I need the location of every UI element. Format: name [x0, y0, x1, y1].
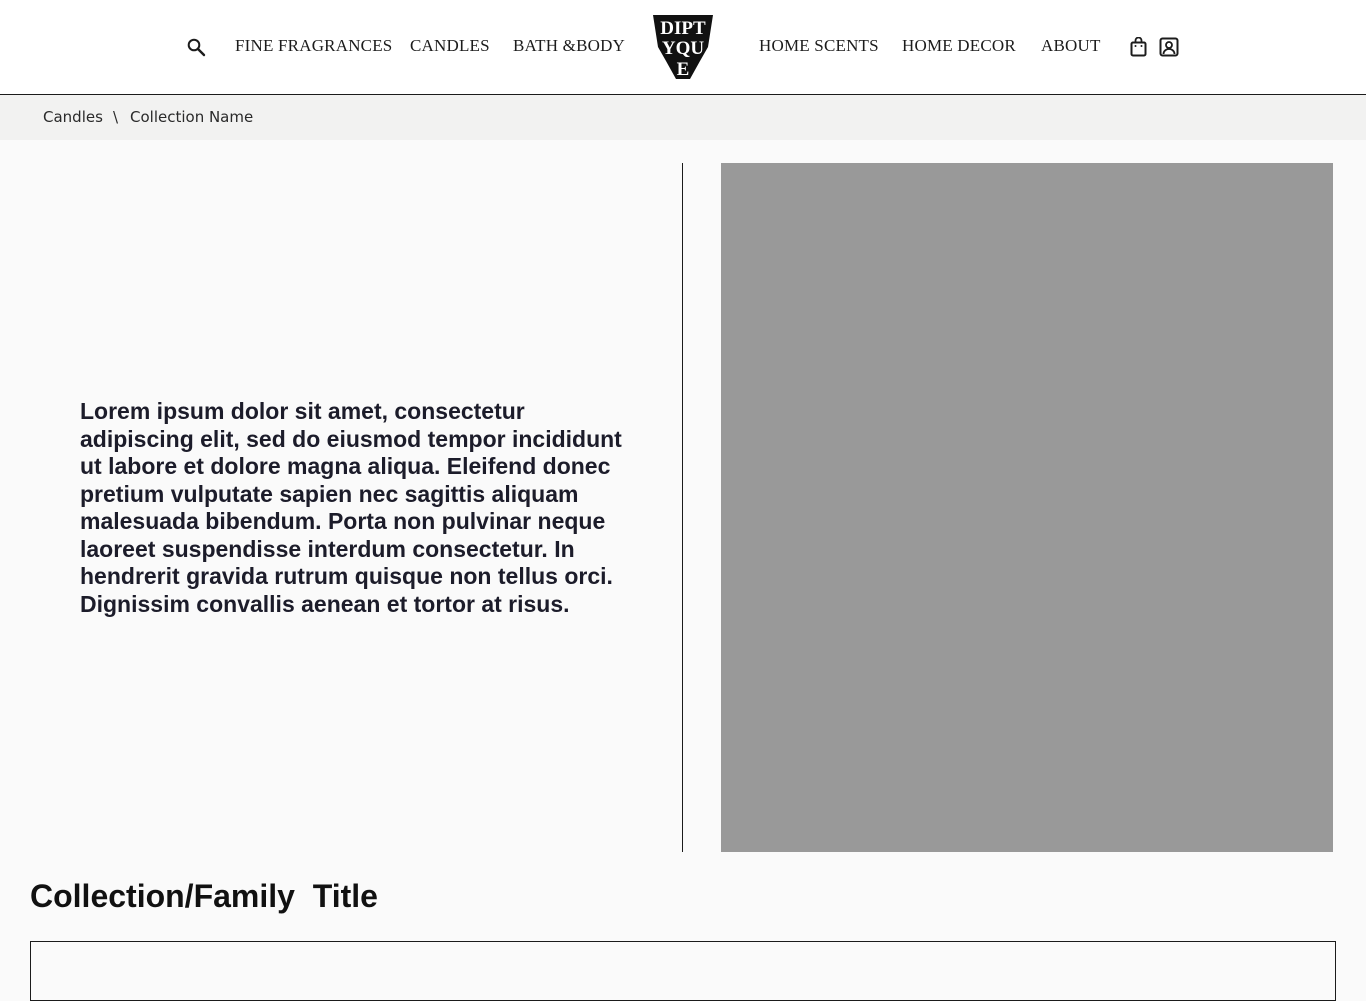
breadcrumb-item-candles[interactable]: Candles — [43, 108, 103, 127]
account-icon[interactable] — [1159, 37, 1179, 57]
svg-text:E: E — [677, 59, 690, 80]
site-header: FINE FRAGRANCES CANDLES BATH &BODY DIPT … — [0, 0, 1366, 95]
intro-paragraph: Lorem ipsum dolor sit amet, consectetur … — [80, 398, 622, 617]
nav-link-home-scents[interactable]: HOME SCENTS — [759, 36, 879, 56]
collection-title: Collection/Family Title — [30, 878, 378, 914]
nav-link-home-decor[interactable]: HOME DECOR — [902, 36, 1016, 56]
nav-link-candles[interactable]: CANDLES — [410, 36, 490, 56]
vertical-divider — [682, 163, 683, 852]
svg-text:YQU: YQU — [662, 38, 705, 59]
breadcrumb: Candles \ Collection Name — [0, 95, 1366, 140]
breadcrumb-separator: \ — [113, 108, 119, 126]
nav-link-fine-fragrances[interactable]: FINE FRAGRANCES — [235, 36, 392, 56]
shopping-bag-icon[interactable] — [1129, 36, 1148, 57]
breadcrumb-item-current: Collection Name — [130, 108, 254, 126]
search-icon[interactable] — [186, 37, 206, 57]
svg-text:DIPT: DIPT — [660, 18, 706, 39]
collection-products-container — [30, 941, 1336, 1001]
nav-link-bath-body[interactable]: BATH &BODY — [513, 36, 625, 56]
nav-link-about[interactable]: ABOUT — [1041, 36, 1101, 56]
hero-image-placeholder — [721, 163, 1333, 852]
brand-logo[interactable]: DIPT YQU E — [650, 13, 716, 81]
